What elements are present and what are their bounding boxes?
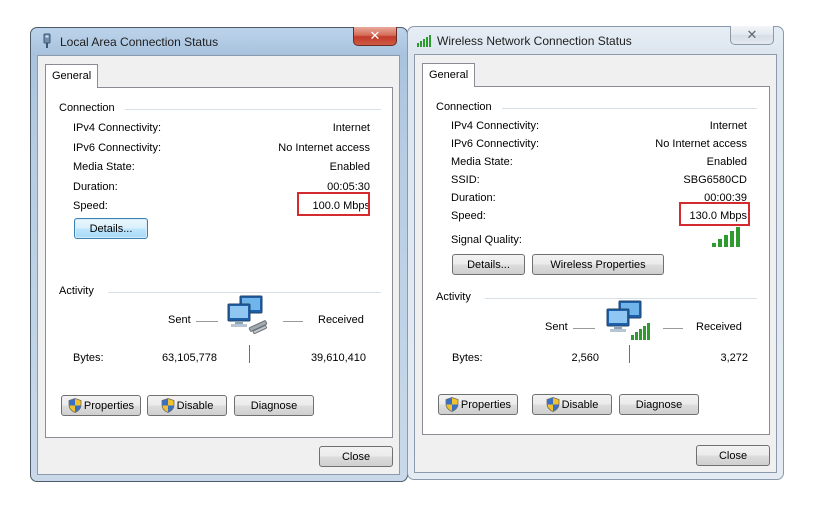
received-label: Received — [696, 321, 742, 333]
connection-group-label: Connection — [436, 101, 492, 113]
duration-label: Duration: — [73, 181, 118, 193]
ipv6-connectivity-value: No Internet access — [655, 138, 747, 150]
properties-button-label: Properties — [460, 398, 512, 411]
media-state-value: Enabled — [329, 161, 370, 173]
signal-bar — [712, 243, 716, 247]
properties-button[interactable]: Properties — [61, 395, 141, 416]
window-title: Local Area Connection Status — [60, 35, 219, 49]
properties-button-label: Properties — [83, 399, 135, 412]
ipv4-connectivity-label: IPv4 Connectivity: — [451, 120, 540, 132]
ipv4-connectivity-label: IPv4 Connectivity: — [73, 122, 162, 134]
wireless-network-computers-icon — [606, 300, 650, 340]
sent-dash — [196, 321, 218, 322]
speed-highlight-box — [679, 202, 750, 226]
diagnose-button[interactable]: Diagnose — [619, 394, 699, 415]
wireless-properties-button[interactable]: Wireless Properties — [532, 254, 664, 275]
network-cable-icon — [43, 33, 51, 48]
bytes-label: Bytes: — [73, 352, 104, 364]
uac-shield-icon — [68, 398, 82, 413]
bytes-received-value: 3,272 — [720, 352, 748, 364]
details-button[interactable]: Details... — [74, 218, 148, 239]
details-button[interactable]: Details... — [452, 254, 525, 275]
ipv6-connectivity-value: No Internet access — [278, 142, 370, 154]
disable-button[interactable]: Disable — [147, 395, 227, 416]
received-dash — [663, 328, 683, 329]
connection-group-divider — [125, 109, 381, 110]
general-tab-page: Connection IPv4 Connectivity: Internet I… — [45, 87, 393, 438]
signal-bar — [736, 227, 740, 247]
bytes-received-value: 39,610,410 — [310, 352, 366, 364]
media-state-label: Media State: — [451, 156, 513, 168]
disable-button-label: Disable — [176, 399, 214, 412]
duration-label: Duration: — [451, 192, 496, 204]
general-tab-page: Connection IPv4 Connectivity: Internet I… — [422, 86, 770, 435]
close-button[interactable]: Close — [319, 446, 393, 467]
title-close-button[interactable]: ✕ — [730, 26, 774, 45]
signal-quality-label: Signal Quality: — [451, 234, 522, 246]
speed-label: Speed: — [451, 210, 486, 222]
properties-button[interactable]: Properties — [438, 394, 518, 415]
diagnose-button[interactable]: Diagnose — [234, 395, 314, 416]
sent-label: Sent — [545, 321, 568, 333]
signal-bar — [730, 231, 734, 247]
activity-group-label: Activity — [436, 291, 471, 303]
received-label: Received — [318, 314, 364, 326]
ipv6-connectivity-label: IPv6 Connectivity: — [73, 142, 162, 154]
wired-network-computers-icon — [227, 295, 268, 335]
window-title: Wireless Network Connection Status — [437, 34, 632, 48]
ipv6-connectivity-label: IPv6 Connectivity: — [451, 138, 540, 150]
connection-group-label: Connection — [59, 102, 115, 114]
disable-button[interactable]: Disable — [532, 394, 612, 415]
speed-label: Speed: — [73, 200, 108, 212]
sent-dash — [573, 328, 595, 329]
ssid-label: SSID: — [451, 174, 480, 186]
uac-shield-icon — [445, 397, 459, 412]
activity-group-label: Activity — [59, 285, 94, 297]
ssid-value: SBG6580CD — [683, 174, 747, 186]
uac-shield-icon — [546, 397, 560, 412]
dialog-client-area: General Connection IPv4 Connectivity: In… — [414, 54, 777, 473]
tab-general[interactable]: General — [45, 64, 99, 88]
activity-divider-bar — [629, 345, 630, 363]
signal-bar — [724, 235, 728, 247]
wireless-network-connection-status-window: Wireless Network Connection Status ✕ Gen… — [407, 26, 784, 480]
bytes-label: Bytes: — [452, 352, 483, 364]
connection-group-divider — [502, 108, 757, 109]
received-dash — [283, 321, 303, 322]
disable-button-label: Disable — [561, 398, 599, 411]
signal-quality-bars — [712, 227, 740, 247]
speed-highlight-box — [297, 192, 370, 216]
signal-bar — [718, 239, 722, 247]
bytes-sent-value: 2,560 — [571, 352, 599, 364]
media-state-value: Enabled — [706, 156, 747, 168]
close-button[interactable]: Close — [696, 445, 770, 466]
activity-group-divider — [108, 292, 381, 293]
bytes-sent-value: 63,105,778 — [161, 352, 217, 364]
title-close-button[interactable]: ✕ — [353, 27, 397, 46]
sent-label: Sent — [168, 314, 191, 326]
activity-divider-bar — [249, 345, 250, 363]
ipv4-connectivity-value: Internet — [709, 120, 747, 132]
ipv4-connectivity-value: Internet — [332, 122, 370, 134]
wireless-signal-icon — [417, 35, 431, 47]
media-state-label: Media State: — [73, 161, 135, 173]
uac-shield-icon — [161, 398, 175, 413]
tab-general[interactable]: General — [422, 63, 476, 87]
dialog-client-area: General Connection IPv4 Connectivity: In… — [37, 55, 400, 475]
local-area-connection-status-window: Local Area Connection Status ✕ General C… — [30, 27, 408, 482]
